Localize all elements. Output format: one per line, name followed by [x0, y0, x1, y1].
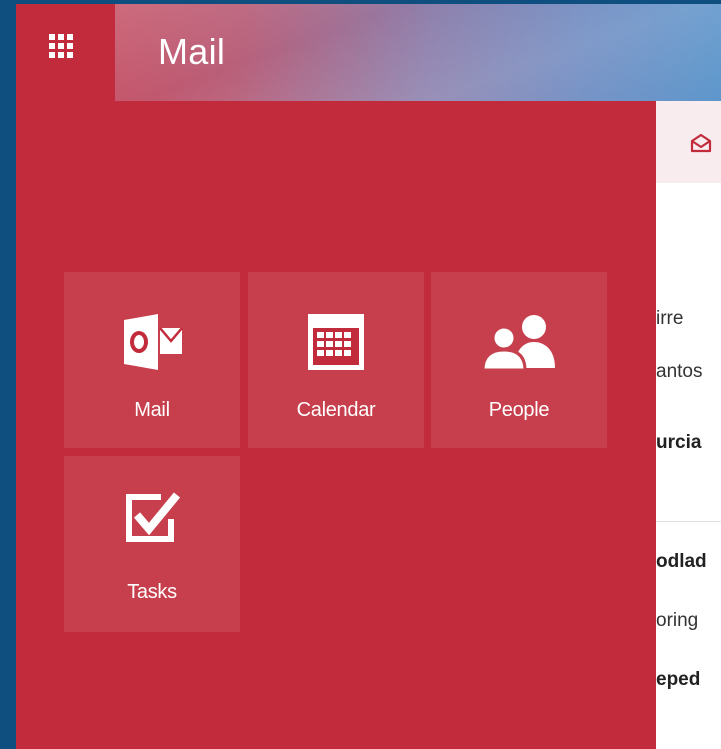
header-background-pattern — [16, 4, 721, 101]
message-list-peek: irre antos urcia odlad oring eped — [656, 101, 721, 749]
app-title[interactable]: Mail — [158, 30, 225, 74]
calendar-icon — [248, 310, 424, 374]
launcher-tile-calendar[interactable]: Calendar — [248, 272, 424, 448]
tile-label: Tasks — [127, 581, 177, 603]
envelope-open-icon[interactable] — [690, 133, 712, 153]
launcher-tile-mail[interactable]: Mail — [64, 272, 240, 448]
message-toolbar — [656, 101, 721, 183]
outlook-mail-icon — [64, 310, 240, 374]
message-sender-fragment[interactable]: odlad — [656, 551, 707, 573]
message-sender-fragment[interactable]: irre — [656, 308, 683, 330]
app-window: Mail irre antos urcia odlad oring eped M… — [16, 4, 721, 749]
message-subject-fragment[interactable]: urcia — [656, 432, 701, 454]
tile-label: People — [488, 399, 550, 421]
tile-label: Calendar — [296, 399, 376, 421]
message-address-fragment[interactable]: oring — [656, 610, 698, 632]
top-bar: Mail — [16, 4, 721, 101]
launcher-tile-tasks[interactable]: Tasks — [64, 456, 240, 632]
launcher-tile-people[interactable]: People — [431, 272, 607, 448]
app-launcher-icon — [49, 34, 73, 58]
tasks-checkbox-icon — [64, 486, 240, 550]
message-divider — [656, 521, 721, 522]
message-address-fragment[interactable]: antos — [656, 361, 702, 383]
tile-label: Mail — [134, 399, 170, 421]
app-launcher-panel: Mail Calendar People Tasks — [16, 101, 656, 749]
people-icon — [431, 310, 607, 374]
message-subject-fragment[interactable]: eped — [656, 669, 700, 691]
app-launcher-button[interactable] — [16, 4, 115, 101]
